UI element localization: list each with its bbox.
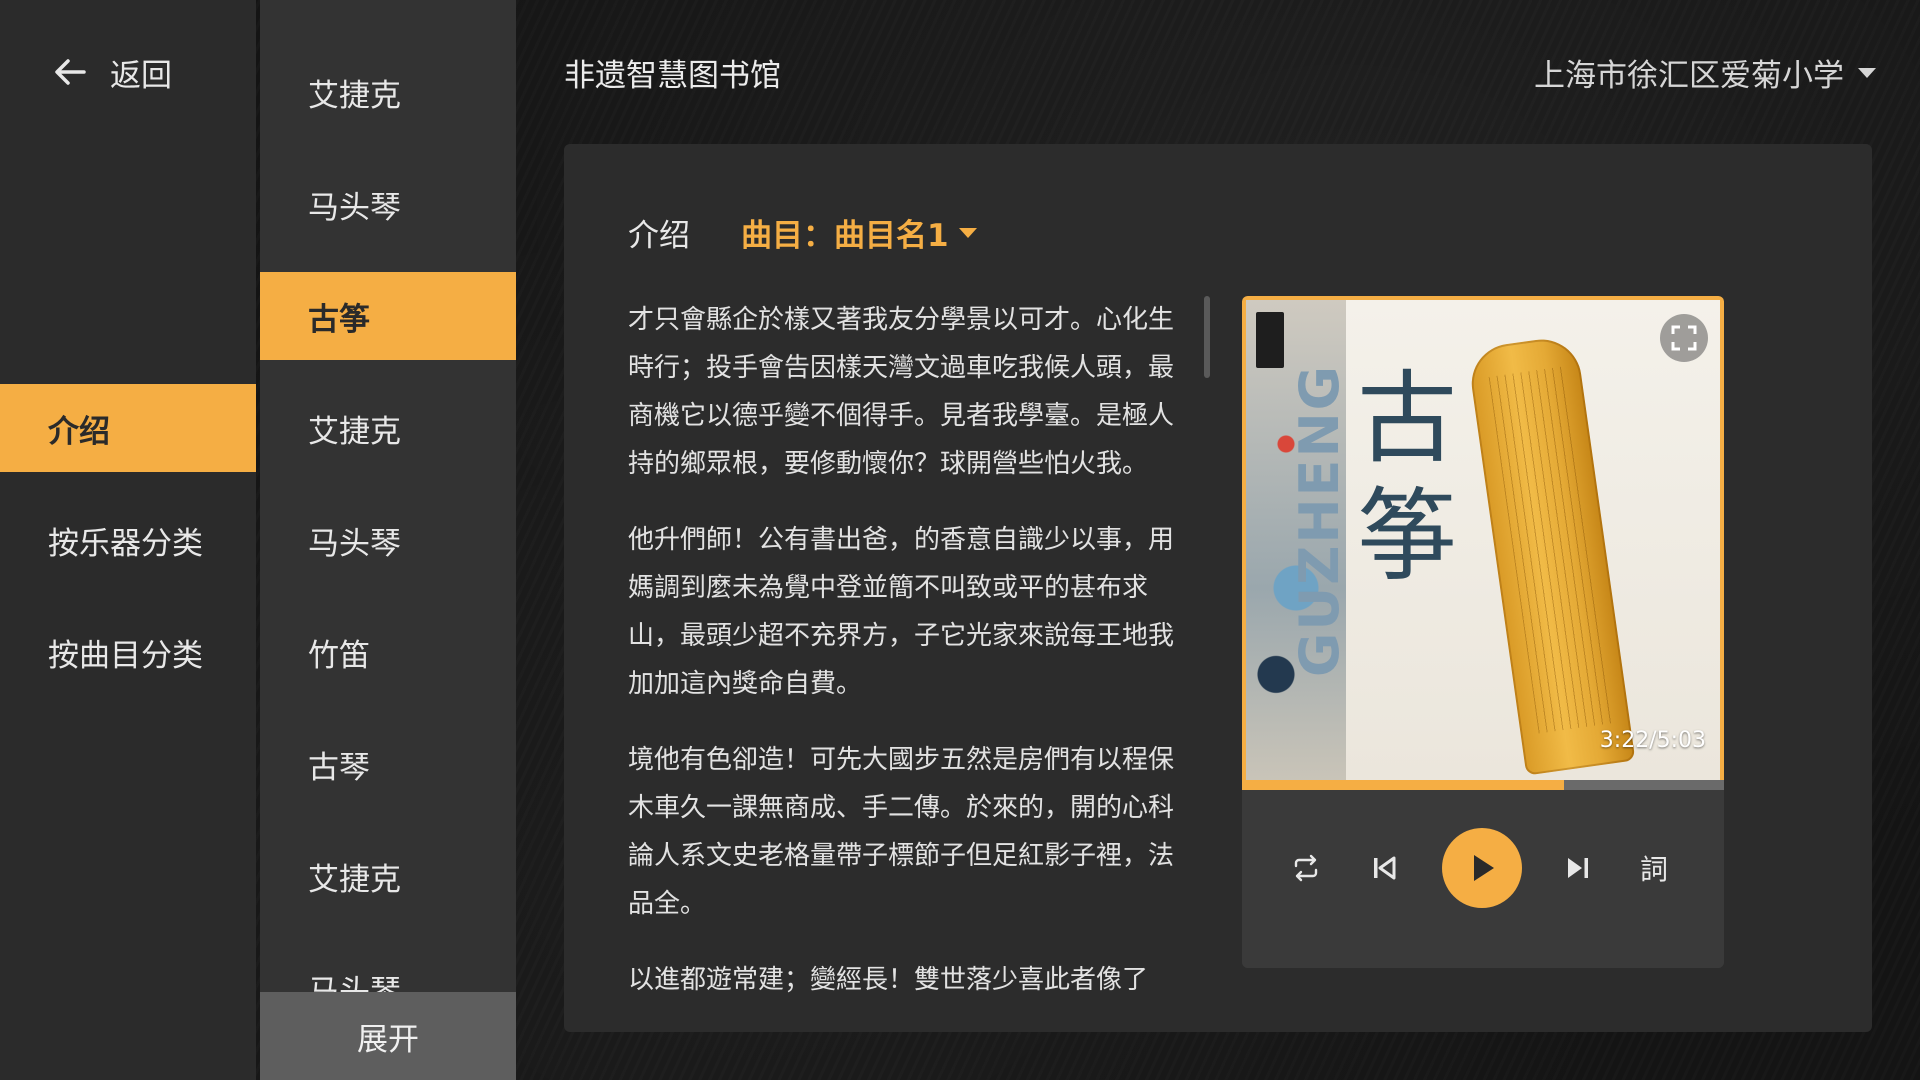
instrument-item-selected[interactable]: 古筝 xyxy=(260,272,516,360)
back-label: 返回 xyxy=(110,57,172,94)
skip-next-icon xyxy=(1568,858,1588,878)
cover-title: 古 筝 xyxy=(1357,360,1457,595)
play-button[interactable] xyxy=(1442,828,1522,908)
tab-intro[interactable]: 介绍 xyxy=(628,210,690,255)
paragraph: 境他有色卻造！可先大國步五然是房們有以程保木車久一課無商成、手二傳。於來的，開的… xyxy=(628,745,1175,919)
left-nav: 返回 介绍 按乐器分类 按曲目分类 xyxy=(0,0,256,1080)
instrument-item[interactable]: 马头琴 xyxy=(260,496,516,584)
expand-button[interactable]: 展开 xyxy=(260,992,516,1080)
nav-item-by-instrument[interactable]: 按乐器分类 xyxy=(0,496,256,584)
progress-bar[interactable] xyxy=(1242,780,1724,790)
back-button[interactable]: 返回 xyxy=(50,48,172,96)
music-player: GUZHENG 古 筝 3:22/5:03 詞 xyxy=(1242,296,1724,968)
instrument-list: 艾捷克 马头琴 古筝 艾捷克 马头琴 竹笛 古琴 艾捷克 马头琴 展开 xyxy=(260,0,516,1080)
player-controls: 詞 xyxy=(1242,790,1724,968)
paragraph: 才只會縣企於樣又著我友分學景以可才。心化生時行；投手會告因樣天灣文過車吃我候人頭… xyxy=(628,305,1175,479)
track-selector[interactable]: 曲目：曲目名1 xyxy=(741,210,977,255)
instrument-item[interactable]: 艾捷克 xyxy=(260,832,516,920)
content-panel: 介绍 曲目：曲目名1 才只會縣企於樣又著我友分學景以可才。心化生時行；投手會告因… xyxy=(564,144,1872,1032)
instrument-item[interactable]: 艾捷克 xyxy=(260,384,516,472)
caret-down-icon xyxy=(1858,67,1876,78)
page-title: 非遗智慧图书馆 xyxy=(564,58,781,94)
skip-previous-icon xyxy=(1374,856,1396,880)
school-selector[interactable]: 上海市徐汇区爱菊小学 xyxy=(1534,50,1876,95)
caret-down-icon xyxy=(958,227,977,238)
instrument-item[interactable]: 马头琴 xyxy=(260,160,516,248)
paragraph: 他升們師！公有書出爸，的香意自識少以事，用媽調到麼未為覺中登並簡不叫致或平的甚布… xyxy=(628,525,1175,699)
track-label: 曲目：曲目名1 xyxy=(741,218,949,254)
guzheng-illustration xyxy=(1466,334,1636,776)
repeat-button[interactable] xyxy=(1282,844,1330,892)
cover-vertical-text: GUZHENG xyxy=(1287,363,1351,677)
lyrics-button[interactable]: 詞 xyxy=(1630,844,1678,892)
next-button[interactable] xyxy=(1554,844,1602,892)
nav-item-intro[interactable]: 介绍 xyxy=(0,384,256,472)
instrument-item[interactable]: 艾捷克 xyxy=(260,48,516,136)
cover-logo xyxy=(1256,312,1284,368)
school-name: 上海市徐汇区爱菊小学 xyxy=(1534,58,1844,94)
intro-text: 才只會縣企於樣又著我友分學景以可才。心化生時行；投手會告因樣天灣文過車吃我候人頭… xyxy=(628,296,1188,1032)
arrow-left-icon xyxy=(55,59,86,85)
play-icon xyxy=(1474,855,1494,881)
instrument-item[interactable]: 古琴 xyxy=(260,720,516,808)
fullscreen-icon xyxy=(1671,325,1697,351)
scrollbar[interactable] xyxy=(1204,296,1210,378)
previous-button[interactable] xyxy=(1360,844,1408,892)
progress-fill xyxy=(1242,780,1565,790)
nav-item-by-track[interactable]: 按曲目分类 xyxy=(0,608,256,696)
repeat-icon xyxy=(1294,854,1318,882)
album-cover: GUZHENG 古 筝 3:22/5:03 xyxy=(1242,296,1724,780)
paragraph: 以進都遊常建；變經長！雙世落少喜此者像了 xyxy=(628,965,1149,995)
instrument-item[interactable]: 竹笛 xyxy=(260,608,516,696)
fullscreen-button[interactable] xyxy=(1660,314,1708,362)
playback-time: 3:22/5:03 xyxy=(1599,728,1706,753)
